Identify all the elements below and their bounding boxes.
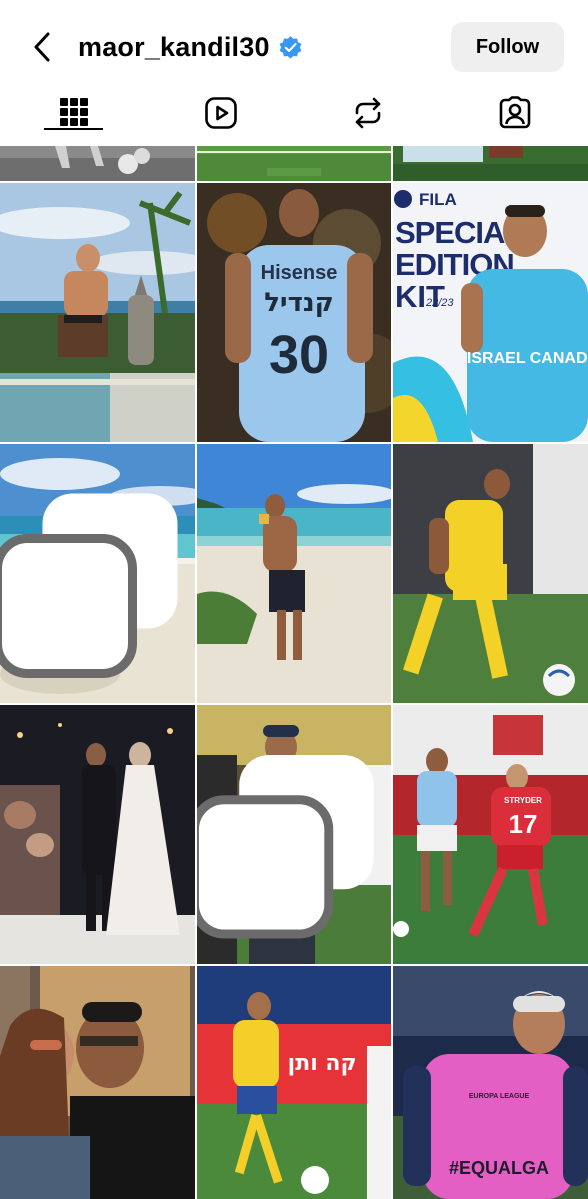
post-thumbnail[interactable] [0, 444, 195, 703]
multiple-photos-icon [0, 493, 178, 678]
post-thumbnail[interactable] [393, 444, 588, 703]
post-thumbnail[interactable] [0, 705, 195, 964]
tab-posts-grid[interactable] [0, 92, 147, 146]
kit-season: 22/23 [425, 297, 454, 309]
multiple-photos-icon [197, 754, 374, 939]
profile-tabs [0, 92, 588, 146]
username-title: maor_kandil30 [78, 28, 303, 66]
jersey-sponsor: Hisense [261, 262, 338, 284]
competition-badge: EUROPA LEAGUE [469, 1093, 530, 1100]
back-button[interactable] [26, 28, 58, 66]
jersey-number: 30 [269, 325, 329, 385]
post-thumbnail[interactable]: EUROPA LEAGUE #EQUALGA [393, 966, 588, 1199]
post-thumbnail[interactable] [0, 966, 195, 1199]
jersey-name: קנדיל [264, 288, 334, 318]
post-thumbnail[interactable]: קה ותן אבל [197, 966, 391, 1199]
tab-tagged[interactable] [441, 92, 588, 146]
tagged-icon [499, 96, 530, 129]
verified-badge-icon [278, 35, 303, 60]
post-thumbnail[interactable] [0, 183, 195, 442]
post-thumbnail[interactable]: 17 STRYDER [393, 705, 588, 964]
post-thumbnail[interactable]: Hisense קנדיל 30 [197, 183, 391, 442]
profile-header: maor_kandil30 Follow [0, 0, 588, 92]
jersey-name: STRYDER [504, 796, 542, 805]
post-thumbnail[interactable] [0, 146, 195, 181]
jersey-number: 17 [509, 809, 538, 839]
post-thumbnail[interactable] [197, 444, 391, 703]
username: maor_kandil30 [78, 31, 270, 62]
grid-icon [59, 98, 88, 126]
bib-text: #EQUALGA [449, 1158, 549, 1178]
tab-reels[interactable] [147, 92, 294, 146]
shirt-sponsor: ISRAEL CANADA [467, 350, 588, 367]
reels-icon [204, 97, 237, 129]
post-thumbnail[interactable] [197, 146, 391, 181]
selected-tab-indicator [44, 128, 103, 130]
chevron-left-icon [34, 32, 50, 62]
reposts-icon [355, 97, 380, 129]
posts-grid: Hisense קנדיל 30 FILA SPECIAL EDITION KI… [0, 146, 588, 1199]
follow-button[interactable]: Follow [451, 22, 564, 72]
brand-logo-text: FILA [419, 190, 457, 209]
post-thumbnail[interactable]: FILA SPECIAL EDITION KIT 22/23 ISRAEL CA… [393, 183, 588, 442]
post-thumbnail[interactable] [197, 705, 391, 964]
post-thumbnail[interactable] [393, 146, 588, 181]
tab-reposts[interactable] [294, 92, 441, 146]
